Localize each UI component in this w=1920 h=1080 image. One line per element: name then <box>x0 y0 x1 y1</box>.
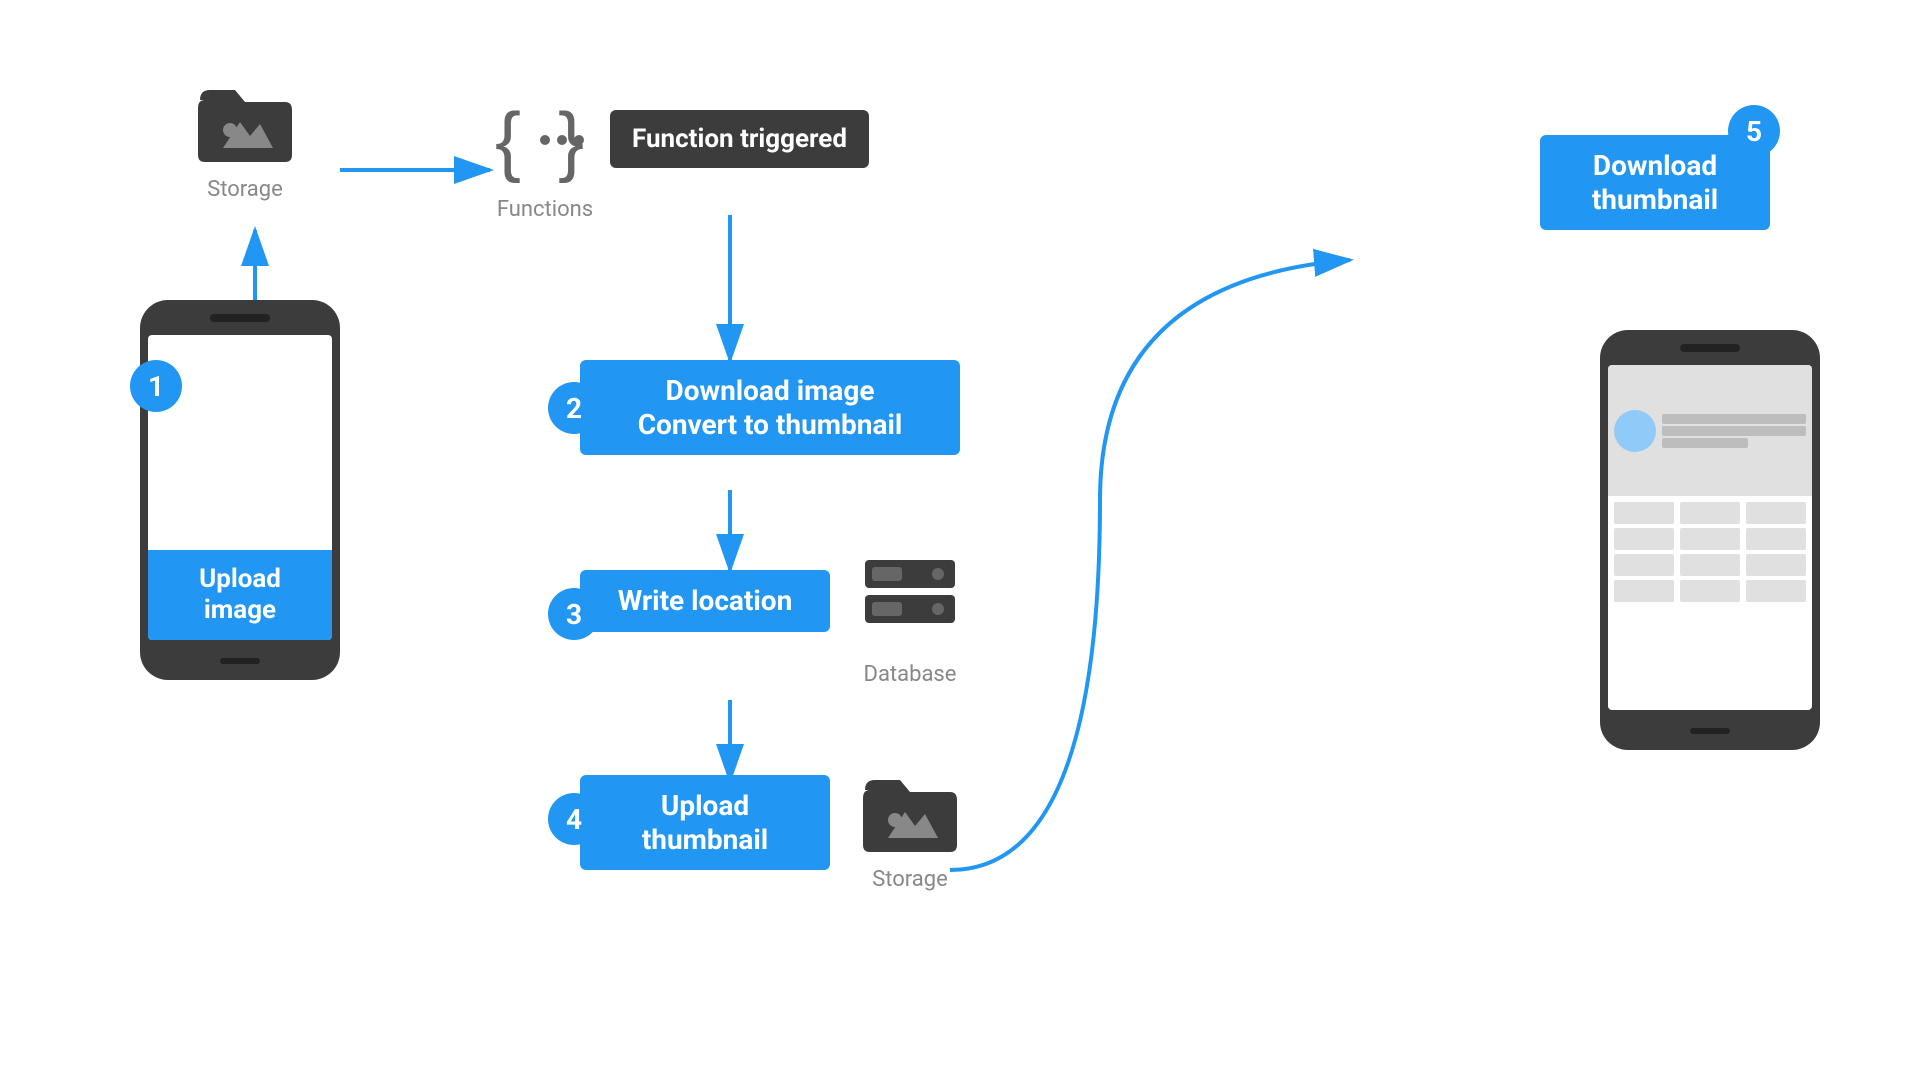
database-svg <box>860 555 960 650</box>
upload-image-label: Upload image <box>199 564 281 625</box>
right-phone <box>1600 330 1820 750</box>
step5-circle: 5 <box>1728 105 1780 157</box>
phone-grid-row-2 <box>1662 426 1806 436</box>
diagram-container: Upload image 1 Storage { } Function <box>0 0 1920 1080</box>
step4-circle: 4 <box>548 793 600 845</box>
function-triggered-label: Function triggered <box>610 110 869 168</box>
storage-svg-left <box>195 80 295 165</box>
step5-label: Download thumbnail <box>1592 149 1718 216</box>
function-triggered-box: Function triggered <box>610 110 869 168</box>
step2-button[interactable]: Download imageConvert to thumbnail <box>580 360 960 455</box>
right-phone-screen <box>1608 365 1812 710</box>
step3-group: 3 Write location <box>580 570 830 632</box>
phone-grid-items <box>1608 496 1812 710</box>
step2-label: Download imageConvert to thumbnail <box>638 374 903 441</box>
left-phone: Upload image <box>140 300 340 680</box>
storage-label-left: Storage <box>195 177 295 202</box>
functions-svg: { } <box>490 95 600 185</box>
step4-button[interactable]: Upload thumbnail <box>580 775 830 870</box>
step4-group: 4 Upload thumbnail <box>580 775 830 870</box>
database-label: Database <box>860 662 960 687</box>
phone-grid-avatar <box>1614 410 1656 452</box>
right-phone-group <box>1600 330 1820 750</box>
phone-grid-item-3 <box>1614 554 1806 576</box>
step4-label: Upload thumbnail <box>642 789 768 856</box>
svg-text:{: { <box>495 96 521 184</box>
step3-button[interactable]: Write location <box>580 570 830 632</box>
phone-grid-item-4 <box>1614 580 1806 602</box>
upload-image-button[interactable]: Upload image <box>148 550 332 640</box>
storage-icon-right-bottom: Storage <box>860 770 960 892</box>
phone-grid-item-2 <box>1614 528 1806 550</box>
step5-group: 5 Download thumbnail <box>1540 135 1770 230</box>
phone-grid-item-1 <box>1614 502 1806 524</box>
storage-svg-right-bottom <box>860 770 960 855</box>
step3-circle: 3 <box>548 588 600 640</box>
step2-circle: 2 <box>548 382 600 434</box>
storage-icon-left: Storage <box>195 80 295 202</box>
phone-grid-row-3 <box>1662 438 1748 448</box>
svg-text:}: } <box>558 96 584 184</box>
left-phone-group: Upload image 1 <box>140 300 340 680</box>
step3-label: Write location <box>618 584 793 617</box>
phone-grid-text-rows <box>1662 414 1806 448</box>
storage-label-right-bottom: Storage <box>860 867 960 892</box>
step1-circle: 1 <box>130 360 182 412</box>
functions-icon-group: { } Functions <box>490 95 600 222</box>
phone-grid <box>1608 365 1812 710</box>
phone-grid-top <box>1608 365 1812 496</box>
database-icon-group: Database <box>860 555 960 687</box>
step2-group: 2 Download imageConvert to thumbnail <box>580 360 960 455</box>
phone-grid-row-1 <box>1662 414 1806 424</box>
functions-label: Functions <box>490 197 600 222</box>
